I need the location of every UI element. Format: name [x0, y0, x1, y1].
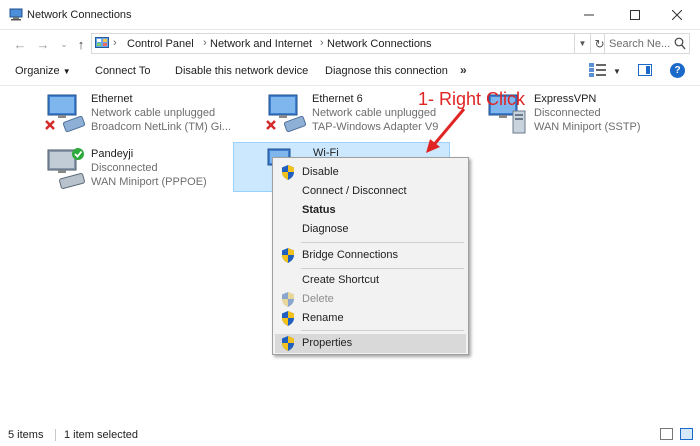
annotation-arrow-1: [426, 108, 466, 153]
uac-shield-icon: [282, 165, 294, 180]
connection-name: Pandeyji: [91, 148, 134, 160]
arrow-left-icon: ←: [13, 36, 27, 52]
control-panel-icon: [95, 37, 109, 48]
uac-shield-icon: [282, 248, 294, 263]
disable-device-button[interactable]: Disable this network device: [175, 65, 308, 77]
menu-item-create-shortcut[interactable]: Create Shortcut: [275, 271, 466, 290]
search-icon: [674, 37, 686, 50]
menu-item-properties[interactable]: Properties: [275, 334, 466, 353]
menu-item-disable[interactable]: Disable: [275, 163, 466, 182]
up-button[interactable]: ↑: [72, 35, 90, 53]
help-icon[interactable]: ?: [670, 63, 685, 78]
menu-item-label: Disable: [302, 166, 339, 178]
breadcrumb-network-and-internet[interactable]: Network and Internet: [210, 38, 312, 50]
maximize-button[interactable]: [612, 0, 658, 30]
uac-shield-icon: [282, 311, 294, 326]
minimize-button[interactable]: [566, 0, 612, 30]
command-bar: Organize ▼ Connect To Disable this netwo…: [0, 58, 700, 86]
menu-separator: [301, 268, 464, 269]
menu-item-label: Bridge Connections: [302, 249, 399, 261]
breadcrumb-separator: ›: [113, 37, 117, 49]
menu-item-delete[interactable]: Delete: [275, 290, 466, 309]
connection-ethernet[interactable]: Ethernet Network cable unplugged Broadco…: [44, 93, 264, 141]
details-view-icon[interactable]: [660, 428, 673, 440]
arrow-right-icon: →: [36, 36, 50, 52]
selection-count: 1 item selected: [64, 429, 138, 441]
menu-separator: [301, 330, 464, 331]
address-row: ← → ⌄ ↑ › Control Panel › Network and In…: [0, 30, 700, 58]
connection-adapter: Broadcom NetLink (TM) Gi...: [91, 121, 231, 133]
menu-item-diagnose[interactable]: Diagnose: [275, 220, 466, 239]
view-options-dropdown-icon[interactable]: ▼: [613, 67, 621, 76]
uac-shield-icon: [282, 292, 294, 307]
menu-item-label: Delete: [302, 293, 334, 305]
maximize-icon: [630, 10, 640, 20]
menu-item-bridge-connections[interactable]: Bridge Connections: [275, 246, 466, 265]
chevron-down-icon: ▼: [578, 39, 587, 48]
close-button[interactable]: [654, 0, 700, 30]
menu-item-label: Properties: [302, 337, 353, 349]
connect-to-button[interactable]: Connect To: [95, 65, 150, 77]
connection-adapter: WAN Miniport (PPPOE): [91, 176, 207, 188]
window-title: Network Connections: [27, 9, 132, 21]
uac-shield-icon: [282, 336, 294, 351]
status-bar: 5 items 1 item selected: [0, 424, 700, 446]
status-divider: [55, 429, 56, 441]
close-icon: [672, 10, 682, 20]
recent-locations-button[interactable]: ⌄: [55, 35, 73, 53]
connection-status: Network cable unplugged: [91, 107, 216, 119]
item-count: 5 items: [8, 429, 44, 441]
menu-separator: [301, 242, 464, 243]
menu-item-label: Create Shortcut: [302, 274, 380, 286]
menu-item-connect-disconnect[interactable]: Connect / Disconnect: [275, 182, 466, 201]
menu-item-label: Status: [302, 204, 336, 216]
title-bar: Network Connections: [0, 0, 700, 30]
search-placeholder: Search Ne...: [609, 38, 671, 50]
breadcrumb-separator[interactable]: ›: [203, 37, 207, 49]
forward-button[interactable]: →: [34, 35, 52, 53]
connection-status: Disconnected: [534, 107, 601, 119]
address-bar[interactable]: › Control Panel › Network and Internet ›…: [91, 33, 575, 54]
organize-label: Organize: [15, 65, 60, 77]
menu-item-label: Diagnose: [302, 223, 349, 235]
diagnose-button[interactable]: Diagnose this connection: [325, 65, 448, 77]
minimize-icon: [584, 14, 594, 16]
connection-pandeyji[interactable]: Pandeyji Disconnected WAN Miniport (PPPO…: [44, 148, 264, 196]
preview-pane-icon[interactable]: [638, 64, 652, 76]
chevron-down-icon: ⌄: [60, 38, 68, 49]
back-button[interactable]: ←: [11, 35, 29, 53]
search-input[interactable]: Search Ne...: [604, 33, 690, 54]
dropdown-arrow-icon: ▼: [62, 67, 71, 76]
connection-adapter: WAN Miniport (SSTP): [534, 121, 641, 133]
breadcrumb-separator[interactable]: ›: [320, 37, 324, 49]
arrow-up-icon: ↑: [77, 36, 85, 52]
organize-menu[interactable]: Organize ▼: [15, 65, 71, 77]
menu-item-rename[interactable]: Rename: [275, 309, 466, 328]
breadcrumb-network-connections[interactable]: Network Connections: [327, 38, 432, 50]
broadband-adapter-icon: [47, 148, 85, 189]
change-view-icon[interactable]: [589, 63, 607, 77]
connection-status: Disconnected: [91, 162, 158, 174]
menu-item-label: Connect / Disconnect: [302, 185, 407, 197]
menu-item-label: Rename: [302, 312, 344, 324]
more-commands-button[interactable]: »: [460, 63, 467, 77]
ethernet-adapter-icon: [45, 94, 86, 133]
connection-name: ExpressVPN: [534, 93, 597, 105]
breadcrumb-control-panel[interactable]: Control Panel: [127, 38, 194, 50]
connection-name: Ethernet: [91, 93, 133, 105]
ethernet-adapter-icon: [266, 94, 307, 133]
connection-name: Ethernet 6: [312, 93, 363, 105]
context-menu: Disable Connect / Disconnect Status Diag…: [272, 157, 469, 355]
network-connections-app-icon: [9, 8, 23, 21]
menu-item-status[interactable]: Status: [275, 201, 466, 220]
large-icons-view-icon[interactable]: [680, 428, 693, 440]
address-history-dropdown[interactable]: ▼: [575, 33, 591, 54]
